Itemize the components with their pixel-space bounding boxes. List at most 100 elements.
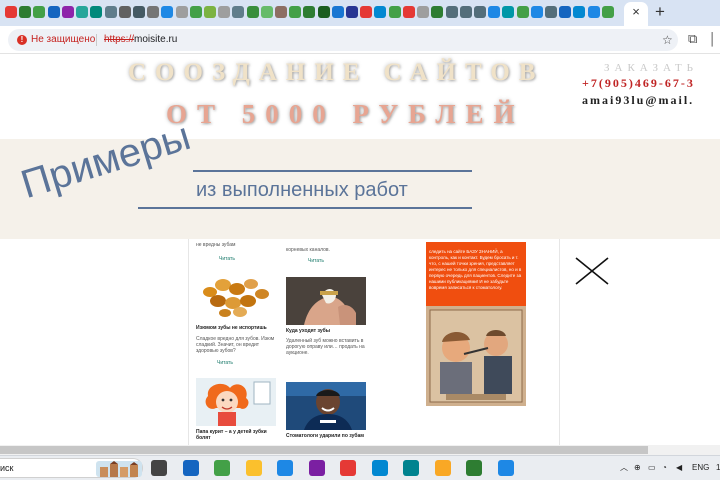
tray-wifi-icon[interactable]: ◔ bbox=[662, 463, 667, 473]
close-icon[interactable] bbox=[574, 256, 610, 286]
language-indicator[interactable]: ENG bbox=[692, 463, 709, 473]
card-title[interactable]: Стоматологи ударили по зубам bbox=[286, 433, 371, 439]
tab-favicon[interactable] bbox=[488, 6, 501, 18]
taskbar-app-icon[interactable] bbox=[340, 460, 356, 476]
tooth-photo[interactable] bbox=[286, 277, 366, 325]
tray-network-icon[interactable]: ⊕ bbox=[634, 463, 641, 473]
card-excerpt: Сладкое вредно для зубов. Изюм сладкий. … bbox=[196, 336, 275, 354]
tab-favicon[interactable] bbox=[33, 6, 46, 18]
tab-favicon[interactable] bbox=[530, 6, 543, 18]
taskbar-app-icon[interactable] bbox=[182, 460, 199, 476]
cartoon-girl-image[interactable] bbox=[196, 378, 276, 426]
card-title[interactable]: Папа курит – а у детей зубки болят bbox=[196, 429, 278, 441]
tab-favicon[interactable] bbox=[388, 6, 401, 18]
tab-favicon[interactable] bbox=[76, 6, 88, 18]
tab-favicon[interactable] bbox=[189, 6, 202, 18]
tab-favicon[interactable] bbox=[289, 6, 302, 18]
tray-battery-icon[interactable]: ▭ bbox=[648, 463, 656, 473]
tab-favicon[interactable] bbox=[203, 6, 216, 18]
raisins-image[interactable] bbox=[196, 268, 276, 320]
tab-favicon[interactable] bbox=[132, 6, 145, 18]
tab-favicon[interactable] bbox=[431, 6, 444, 18]
clock[interactable]: 1 bbox=[716, 463, 720, 473]
tab-favicon[interactable] bbox=[573, 6, 586, 18]
taskbar-app-icon[interactable] bbox=[308, 460, 325, 476]
tab-favicon[interactable] bbox=[346, 6, 358, 18]
address-bar[interactable]: ! Не защищено https://moisite.ru ☆ bbox=[8, 29, 678, 51]
tab-favicon[interactable] bbox=[601, 6, 614, 18]
not-secure-label[interactable]: Не защищено bbox=[31, 33, 95, 47]
read-link[interactable]: Читать bbox=[217, 360, 233, 366]
tab-favicon[interactable] bbox=[5, 6, 17, 18]
tab-favicon[interactable] bbox=[246, 6, 259, 18]
tab-favicon[interactable] bbox=[417, 6, 430, 18]
address-toolbar: ! Не защищено https://moisite.ru ☆ bbox=[0, 26, 720, 54]
castle-graphic bbox=[96, 461, 142, 477]
contact-phone[interactable]: +7(905)469-67-3 bbox=[582, 76, 695, 91]
url-text[interactable]: https://moisite.ru bbox=[104, 33, 177, 47]
profile-menu-icon[interactable]: │ bbox=[709, 32, 720, 46]
bookmark-star-icon[interactable]: ☆ bbox=[662, 34, 674, 46]
tab-favicon[interactable] bbox=[516, 6, 529, 18]
tab-favicon[interactable] bbox=[147, 6, 160, 18]
taskbar-app-icon[interactable] bbox=[434, 460, 451, 476]
tab-favicon[interactable] bbox=[374, 6, 387, 18]
tab-favicon[interactable] bbox=[47, 6, 60, 18]
card-title[interactable]: Куда уходят зубы bbox=[286, 328, 366, 334]
extensions-icon[interactable]: ⧉ bbox=[688, 32, 702, 46]
new-tab-button[interactable]: + bbox=[651, 3, 669, 21]
url-protocol: https:// bbox=[104, 34, 135, 45]
tab-favicon[interactable] bbox=[175, 6, 188, 18]
tab-favicon[interactable] bbox=[161, 6, 174, 18]
ad-banner[interactable]: следить на сайте БАЗУ ЗНАНИЙ, а контроль… bbox=[426, 242, 526, 406]
tab-favicon[interactable] bbox=[218, 6, 231, 18]
banner-rule-bottom bbox=[138, 207, 472, 209]
tab-favicon[interactable] bbox=[232, 6, 245, 18]
card-title[interactable]: Изюмом зубы не испортишь bbox=[196, 325, 281, 331]
raisins-graphic bbox=[203, 279, 269, 317]
headline-line-1: СООЗДАНИЕ САЙТОВ bbox=[128, 59, 545, 86]
tab-favicon[interactable] bbox=[445, 6, 458, 18]
taskbar-app-icon[interactable] bbox=[497, 460, 514, 476]
horizontal-scrollbar-thumb[interactable] bbox=[0, 446, 648, 454]
tab-favicon[interactable] bbox=[19, 6, 32, 18]
tab-favicon[interactable] bbox=[275, 6, 287, 18]
tray-volume-icon[interactable]: ◀ bbox=[676, 463, 682, 473]
taskbar-app-icon[interactable] bbox=[245, 460, 262, 476]
tab-favicon[interactable] bbox=[587, 6, 600, 18]
tab-favicon[interactable] bbox=[473, 6, 486, 18]
tab-favicon[interactable] bbox=[61, 6, 74, 18]
football-player-photo[interactable] bbox=[286, 382, 366, 430]
tab-favicon[interactable] bbox=[90, 6, 103, 18]
tab-favicon[interactable] bbox=[118, 6, 131, 18]
tab-favicon[interactable] bbox=[104, 6, 117, 18]
tab-favicon[interactable] bbox=[402, 6, 415, 18]
tab-favicon[interactable] bbox=[459, 6, 472, 18]
ad-text: следить на сайте БАЗУ ЗНАНИЙ, а контроль… bbox=[429, 249, 522, 290]
tab-favicon[interactable] bbox=[317, 6, 330, 18]
tab-favicon[interactable] bbox=[545, 6, 557, 18]
card-excerpt: корневых каналов. bbox=[286, 247, 330, 253]
taskbar-app-icon[interactable] bbox=[277, 460, 293, 476]
contact-email[interactable]: amai93lu@mail. bbox=[582, 93, 694, 108]
taskbar-app-icon[interactable] bbox=[466, 460, 482, 476]
tab-favicon[interactable] bbox=[331, 6, 344, 18]
tab-favicon[interactable] bbox=[303, 6, 316, 18]
tab-strip: × + bbox=[0, 0, 720, 26]
taskbar-app-icon[interactable] bbox=[371, 460, 388, 476]
taskbar-app-icon[interactable] bbox=[214, 460, 230, 476]
taskbar-app-icon[interactable] bbox=[151, 460, 167, 476]
tray-chevron-icon[interactable]: ︿ bbox=[620, 463, 628, 473]
warning-icon[interactable]: ! bbox=[17, 35, 27, 45]
tab-favicon[interactable] bbox=[559, 6, 572, 18]
tab-favicon[interactable] bbox=[260, 6, 273, 18]
tab-favicon[interactable] bbox=[360, 6, 373, 18]
order-label: ЗАКАЗАТЬ bbox=[604, 62, 698, 74]
url-host: moisite.ru bbox=[134, 34, 178, 45]
close-tab-icon[interactable]: × bbox=[628, 4, 644, 20]
tab-favicon[interactable] bbox=[502, 6, 515, 18]
taskbar-app-icon[interactable] bbox=[403, 460, 419, 476]
read-link[interactable]: Читать bbox=[219, 256, 235, 262]
taskbar-search[interactable]: иск bbox=[0, 458, 143, 478]
read-link[interactable]: Читать bbox=[308, 258, 324, 264]
